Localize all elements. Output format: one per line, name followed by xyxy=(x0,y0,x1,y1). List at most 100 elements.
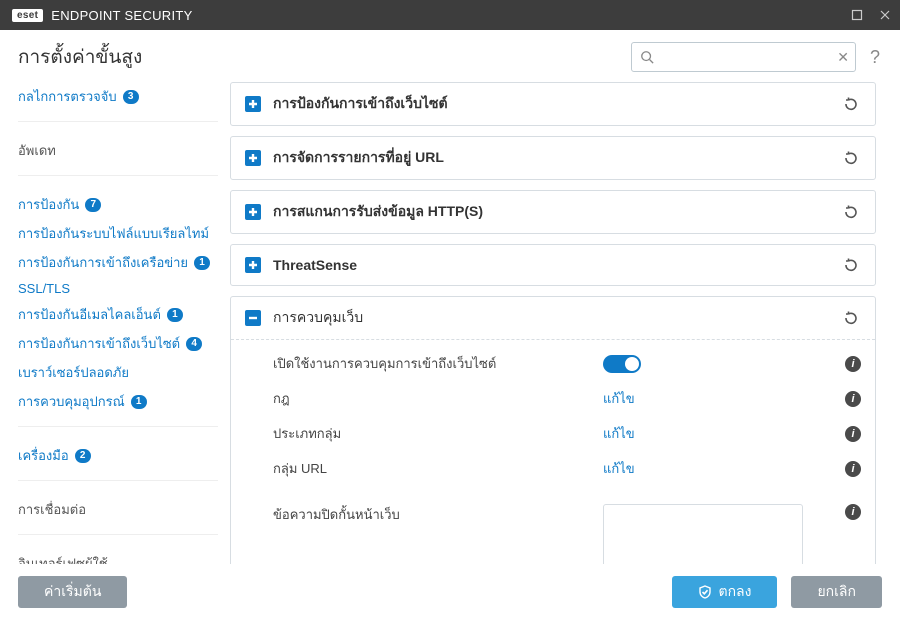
help-button[interactable]: ? xyxy=(866,47,884,68)
window-controls xyxy=(850,8,892,22)
setting-row-url-groups: กลุ่ม URL แก้ไข i xyxy=(273,451,861,486)
default-button[interactable]: ค่าเริ่มต้น xyxy=(18,576,127,608)
expand-icon xyxy=(245,257,261,273)
setting-label: เปิดใช้งานการควบคุมการเข้าถึงเว็บไซต์ xyxy=(273,353,603,374)
brand-badge: eset xyxy=(12,9,43,22)
toggle-enable-web-control[interactable] xyxy=(603,355,641,373)
footer: ค่าเริ่มต้น ตกลง ยกเลิก xyxy=(0,564,900,620)
collapse-icon xyxy=(245,310,261,326)
panel-header[interactable]: การป้องกันการเข้าถึงเว็บไซต์ xyxy=(231,83,875,125)
titlebar-brand: eset ENDPOINT SECURITY xyxy=(12,8,193,23)
panel-header[interactable]: การสแกนการรับส่งข้อมูล HTTP(S) xyxy=(231,191,875,233)
info-icon[interactable]: i xyxy=(845,504,861,520)
product-name: ENDPOINT SECURITY xyxy=(51,8,192,23)
panel-web-access-protection: การป้องกันการเข้าถึงเว็บไซต์ xyxy=(230,82,876,126)
block-message-textarea[interactable] xyxy=(603,504,803,564)
panel-header[interactable]: ThreatSense xyxy=(231,245,875,285)
page-title: การตั้งค่าขั้นสูง xyxy=(18,42,142,72)
sidebar-item-protection[interactable]: การป้องกัน 7 xyxy=(18,190,218,219)
panel-threatsense: ThreatSense xyxy=(230,244,876,286)
expand-icon xyxy=(245,96,261,112)
info-icon[interactable]: i xyxy=(845,461,861,477)
sidebar-item-label: การเชื่อมต่อ xyxy=(18,499,86,520)
sidebar-item-connection[interactable]: การเชื่อมต่อ xyxy=(18,495,218,524)
sidebar-item-label: การป้องกันระบบไฟล์แบบเรียลไทม์ xyxy=(18,223,209,244)
header: การตั้งค่าขั้นสูง ✕ ? xyxy=(0,30,900,78)
info-icon[interactable]: i xyxy=(845,356,861,372)
ok-button[interactable]: ตกลง xyxy=(672,576,777,608)
window-maximize-button[interactable] xyxy=(850,8,864,22)
edit-url-groups-link[interactable]: แก้ไข xyxy=(603,458,635,479)
panel-header[interactable]: การควบคุมเว็บ xyxy=(231,297,875,340)
panel-web-control: การควบคุมเว็บ เปิดใช้งานการควบคุมการเข้า… xyxy=(230,296,876,564)
panel-header[interactable]: การจัดการรายการที่อยู่ URL xyxy=(231,137,875,179)
info-icon[interactable]: i xyxy=(845,426,861,442)
sidebar-item-label: การป้องกันการเข้าถึงเว็บไซต์ xyxy=(18,333,180,354)
sidebar-item-label: อินเทอร์เฟซผู้ใช้ xyxy=(18,553,108,564)
sidebar-badge: 2 xyxy=(75,449,91,463)
sidebar-badge: 3 xyxy=(123,90,139,104)
sidebar-item-label: กลไกการตรวจจับ xyxy=(18,86,117,107)
cancel-button[interactable]: ยกเลิก xyxy=(791,576,882,608)
shield-check-icon xyxy=(698,585,712,599)
sidebar-item-update[interactable]: อัพเดท xyxy=(18,136,218,165)
sidebar-item-label: การป้องกันอีเมลไคลเอ็นต์ xyxy=(18,304,161,325)
sidebar-badge: 7 xyxy=(85,198,101,212)
search-box[interactable]: ✕ xyxy=(631,42,856,72)
setting-row-enable-web-control: เปิดใช้งานการควบคุมการเข้าถึงเว็บไซต์ i xyxy=(273,346,861,381)
main-content: การป้องกันการเข้าถึงเว็บไซต์ การจัดการรา… xyxy=(218,78,900,564)
header-right: ✕ ? xyxy=(631,42,884,72)
ok-button-label: ตกลง xyxy=(718,581,751,603)
info-icon[interactable]: i xyxy=(845,391,861,407)
sidebar-item-secure-browser[interactable]: เบราว์เซอร์ปลอดภัย xyxy=(18,358,218,387)
panel-title: การสแกนการรับส่งข้อมูล HTTP(S) xyxy=(273,201,483,223)
setting-row-category-groups: ประเภทกลุ่ม แก้ไข i xyxy=(273,416,861,451)
setting-label: ประเภทกลุ่ม xyxy=(273,423,603,444)
sidebar-badge: 1 xyxy=(194,256,210,270)
sidebar-item-detection-engine[interactable]: กลไกการตรวจจับ 3 xyxy=(18,82,218,111)
panel-reset-button[interactable] xyxy=(841,148,861,168)
search-clear-icon[interactable]: ✕ xyxy=(837,50,849,64)
sidebar-item-realtime-fs[interactable]: การป้องกันระบบไฟล์แบบเรียลไทม์ xyxy=(18,219,218,248)
sidebar-item-label: SSL/TLS xyxy=(18,281,70,296)
sidebar-item-network-access[interactable]: การป้องกันการเข้าถึงเครือข่าย 1 xyxy=(18,248,218,277)
sidebar-item-label: การป้องกันการเข้าถึงเครือข่าย xyxy=(18,252,188,273)
sidebar-item-web-access[interactable]: การป้องกันการเข้าถึงเว็บไซต์ 4 xyxy=(18,329,218,358)
sidebar-item-ui[interactable]: อินเทอร์เฟซผู้ใช้ xyxy=(18,549,218,564)
window-close-button[interactable] xyxy=(878,8,892,22)
sidebar-item-label: การป้องกัน xyxy=(18,194,79,215)
expand-icon xyxy=(245,204,261,220)
search-icon xyxy=(640,50,654,64)
edit-category-groups-link[interactable]: แก้ไข xyxy=(603,423,635,444)
sidebar-item-tools[interactable]: เครื่องมือ 2 xyxy=(18,441,218,470)
search-input[interactable] xyxy=(632,43,855,71)
sidebar-item-ssl-tls[interactable]: SSL/TLS xyxy=(18,277,218,300)
setting-label: กลุ่ม URL xyxy=(273,458,603,479)
setting-label: ข้อความปิดกั้นหน้าเว็บ xyxy=(273,504,603,525)
setting-row-block-message: ข้อความปิดกั้นหน้าเว็บ i xyxy=(273,486,861,564)
sidebar-badge: 4 xyxy=(186,337,202,351)
panel-title: การควบคุมเว็บ xyxy=(273,307,363,329)
expand-icon xyxy=(245,150,261,166)
sidebar-badge: 1 xyxy=(131,395,147,409)
sidebar-item-device-control[interactable]: การควบคุมอุปกรณ์ 1 xyxy=(18,387,218,416)
panel-title: ThreatSense xyxy=(273,257,357,273)
panel-reset-button[interactable] xyxy=(841,308,861,328)
panel-https-scan: การสแกนการรับส่งข้อมูล HTTP(S) xyxy=(230,190,876,234)
sidebar: กลไกการตรวจจับ 3 อัพเดท การป้องกัน 7 การ… xyxy=(0,78,218,564)
panel-title: การป้องกันการเข้าถึงเว็บไซต์ xyxy=(273,93,448,115)
panel-reset-button[interactable] xyxy=(841,94,861,114)
panel-body: เปิดใช้งานการควบคุมการเข้าถึงเว็บไซต์ i … xyxy=(231,340,875,564)
panel-reset-button[interactable] xyxy=(841,255,861,275)
sidebar-item-label: เบราว์เซอร์ปลอดภัย xyxy=(18,362,129,383)
sidebar-item-label: อัพเดท xyxy=(18,140,56,161)
setting-label: กฎ xyxy=(273,388,603,409)
body: กลไกการตรวจจับ 3 อัพเดท การป้องกัน 7 การ… xyxy=(0,78,900,564)
panel-reset-button[interactable] xyxy=(841,202,861,222)
setting-row-rules: กฎ แก้ไข i xyxy=(273,381,861,416)
sidebar-item-label: เครื่องมือ xyxy=(18,445,69,466)
panel-url-list-management: การจัดการรายการที่อยู่ URL xyxy=(230,136,876,180)
panel-title: การจัดการรายการที่อยู่ URL xyxy=(273,147,444,169)
edit-rules-link[interactable]: แก้ไข xyxy=(603,388,635,409)
sidebar-item-email-client[interactable]: การป้องกันอีเมลไคลเอ็นต์ 1 xyxy=(18,300,218,329)
